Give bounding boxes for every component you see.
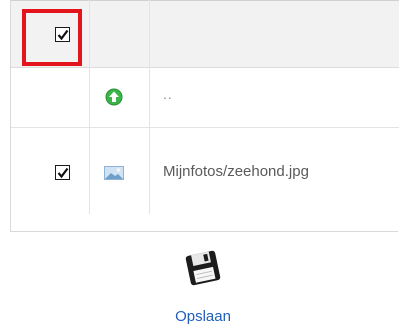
image-file-icon <box>104 166 124 180</box>
up-arrow-icon <box>105 88 123 106</box>
parent-directory-link[interactable]: .. <box>163 86 173 102</box>
table-row[interactable]: .. <box>11 68 399 128</box>
table-row[interactable]: Mijnfotos/zeehond.jpg <box>11 128 399 214</box>
row-checkbox[interactable] <box>55 165 70 180</box>
save-button[interactable]: Opslaan <box>168 248 238 328</box>
floppy-disk-icon <box>185 250 221 286</box>
screenshot-frame: .. Mijnfotos/zeehond.jpg Opslaan <box>0 0 400 334</box>
select-all-highlight <box>22 9 82 66</box>
checkmark-icon <box>57 167 69 179</box>
file-name[interactable]: Mijnfotos/zeehond.jpg <box>163 163 309 180</box>
column-divider <box>89 0 90 214</box>
column-divider <box>149 0 150 214</box>
save-button-label[interactable]: Opslaan <box>168 308 238 325</box>
